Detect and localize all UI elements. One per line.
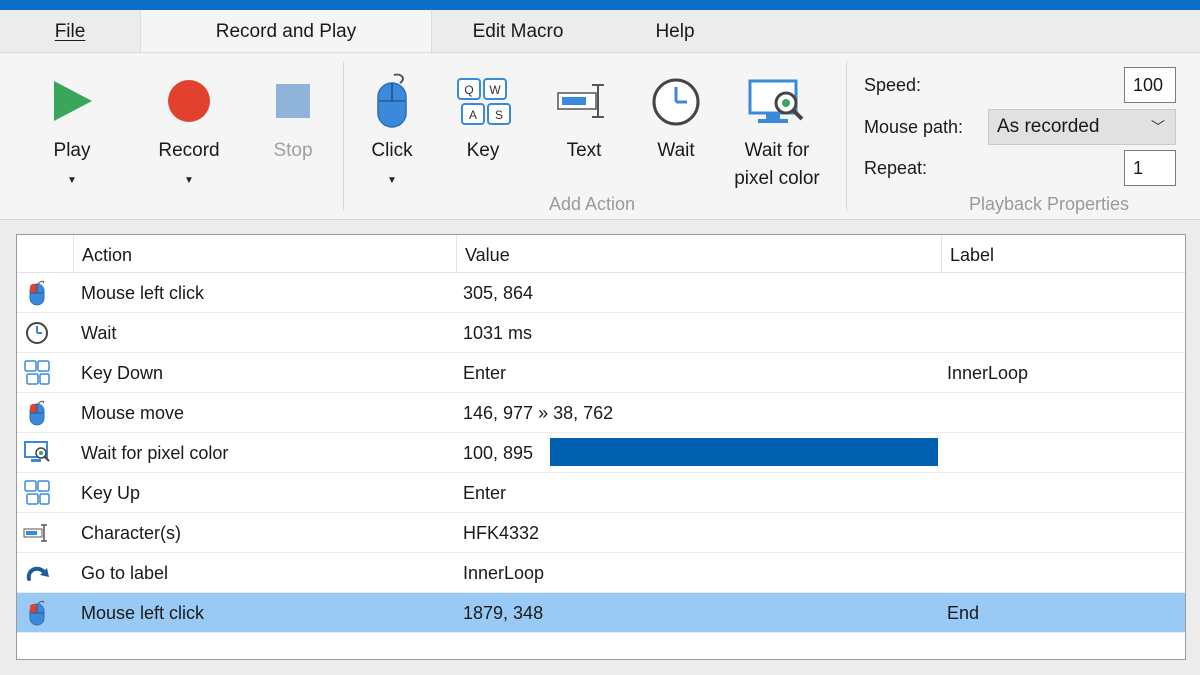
stop-icon xyxy=(276,84,310,118)
click-label: Click xyxy=(371,140,413,161)
mouse-icon xyxy=(23,279,51,307)
keycap-label: W xyxy=(489,83,501,97)
key-button[interactable]: Q W A S Key xyxy=(450,53,516,213)
cell-value: 305, 864 xyxy=(463,283,534,303)
cell-value: 1879, 348 xyxy=(463,603,544,623)
ribbon-separator xyxy=(846,61,847,211)
play-icon xyxy=(54,81,92,121)
cell-action: Mouse left click xyxy=(81,603,205,623)
keycap-label: A xyxy=(469,108,477,122)
cell-action: Key Down xyxy=(81,363,164,383)
wait-button[interactable]: Wait xyxy=(642,53,710,213)
wait-label: Wait xyxy=(657,140,695,161)
play-label: Play xyxy=(53,140,91,161)
playback-properties-group-label: Playback Properties xyxy=(968,194,1130,214)
mouse-icon xyxy=(23,599,51,627)
text-cursor-icon xyxy=(557,84,604,118)
chevron-down-icon: ﹀ xyxy=(1151,119,1165,135)
wait-for-pixel-label-line2: pixel color xyxy=(734,168,820,189)
cell-action: Mouse left click xyxy=(81,283,205,303)
cell-label: InnerLoop xyxy=(947,363,1029,383)
wait-for-pixel-label: Wait for pixel color xyxy=(724,137,830,193)
goto-arrow-icon xyxy=(23,559,51,587)
column-header-value[interactable]: Value xyxy=(456,235,941,273)
cell-value: Enter xyxy=(463,483,507,503)
mouse-icon xyxy=(23,399,51,427)
record-label: Record xyxy=(158,140,220,161)
cell-action: Character(s) xyxy=(81,523,182,543)
mouse-path-value: As recorded xyxy=(997,116,1100,137)
cell-action: Wait xyxy=(81,323,117,343)
record-icon xyxy=(168,80,210,122)
cell-action: Key Up xyxy=(81,483,141,503)
stop-button[interactable]: Stop xyxy=(252,53,334,213)
grid-header: Action Value Label xyxy=(17,235,1185,273)
click-button[interactable]: Click ▼ xyxy=(358,53,426,213)
keyboard-icon: Q W A S xyxy=(457,78,511,125)
title-bar xyxy=(0,0,1200,10)
mouse-path-select[interactable]: As recorded ﹀ xyxy=(988,109,1176,145)
table-row[interactable]: Character(s) HFK4332 xyxy=(17,513,1185,553)
table-row[interactable]: Mouse left click 1879, 348 End xyxy=(17,593,1185,633)
tab-edit-macro[interactable]: Edit Macro xyxy=(440,10,596,52)
table-row[interactable]: Go to label InnerLoop xyxy=(17,553,1185,593)
wait-for-pixel-label-line1: Wait for xyxy=(744,140,810,161)
keycap-label: S xyxy=(495,108,503,122)
clock-icon xyxy=(23,319,51,347)
record-button[interactable]: Record ▼ xyxy=(146,53,232,213)
column-header-action[interactable]: Action xyxy=(73,235,456,273)
play-button[interactable]: Play ▼ xyxy=(30,53,114,213)
text-button[interactable]: Text xyxy=(548,53,620,213)
wait-for-pixel-color-button[interactable]: Wait for pixel color xyxy=(724,53,830,213)
table-row[interactable]: Mouse left click 305, 864 xyxy=(17,273,1185,313)
cell-action: Mouse move xyxy=(81,403,185,423)
text-cursor-icon xyxy=(23,519,51,547)
table-row[interactable]: Mouse move 146, 977 » 38, 762 xyxy=(17,393,1185,433)
cell-action: Go to label xyxy=(81,563,169,583)
chevron-down-icon[interactable]: ▼ xyxy=(387,175,397,186)
table-row[interactable]: Wait 1031 ms xyxy=(17,313,1185,353)
tab-record-and-play[interactable]: Record and Play xyxy=(140,10,432,52)
pixel-monitor-icon xyxy=(748,79,804,123)
key-label: Key xyxy=(466,140,500,161)
cell-label: End xyxy=(947,603,980,623)
cell-value: Enter xyxy=(463,363,507,383)
ribbon: Play ▼ Record ▼ Stop Click ▼ Q W A S Key… xyxy=(0,52,1200,220)
cell-value: InnerLoop xyxy=(463,563,545,583)
cell-action: Wait for pixel color xyxy=(81,443,229,463)
pixel-monitor-icon xyxy=(23,439,51,467)
keycap-label: Q xyxy=(464,83,473,97)
keyboard-icon xyxy=(23,479,51,507)
ribbon-separator xyxy=(343,61,344,211)
stop-label: Stop xyxy=(273,140,313,161)
cell-value: 100, 895 xyxy=(463,443,534,463)
column-header-label[interactable]: Label xyxy=(941,235,1185,273)
repeat-input[interactable]: 1 xyxy=(1124,150,1176,186)
mouse-path-label: Mouse path: xyxy=(864,117,964,137)
table-row[interactable]: Key Up Enter xyxy=(17,473,1185,513)
cell-value: 1031 ms xyxy=(463,323,533,343)
pixel-color-swatch xyxy=(550,438,938,466)
menu-file[interactable]: File xyxy=(40,10,100,52)
macro-action-grid[interactable]: Action Value Label Mouse left click 305, … xyxy=(16,234,1186,660)
keyboard-icon xyxy=(23,359,51,387)
table-row[interactable]: Wait for pixel color 100, 895 xyxy=(17,433,1185,473)
cell-value: HFK4332 xyxy=(463,523,540,543)
menu-bar: File Record and Play Edit Macro Help xyxy=(0,10,1200,52)
speed-input[interactable]: 100 xyxy=(1124,67,1176,103)
clock-icon xyxy=(652,78,700,126)
tab-help[interactable]: Help xyxy=(630,10,720,52)
text-label: Text xyxy=(566,140,602,161)
chevron-down-icon[interactable]: ▼ xyxy=(184,175,194,186)
speed-label: Speed: xyxy=(864,75,922,95)
mouse-icon xyxy=(377,73,407,128)
repeat-label: Repeat: xyxy=(864,158,928,178)
table-row[interactable]: Key Down Enter InnerLoop xyxy=(17,353,1185,393)
cell-value: 146, 977 » 38, 762 xyxy=(463,403,614,423)
chevron-down-icon[interactable]: ▼ xyxy=(67,175,77,186)
add-action-group-label: Add Action xyxy=(548,194,636,214)
